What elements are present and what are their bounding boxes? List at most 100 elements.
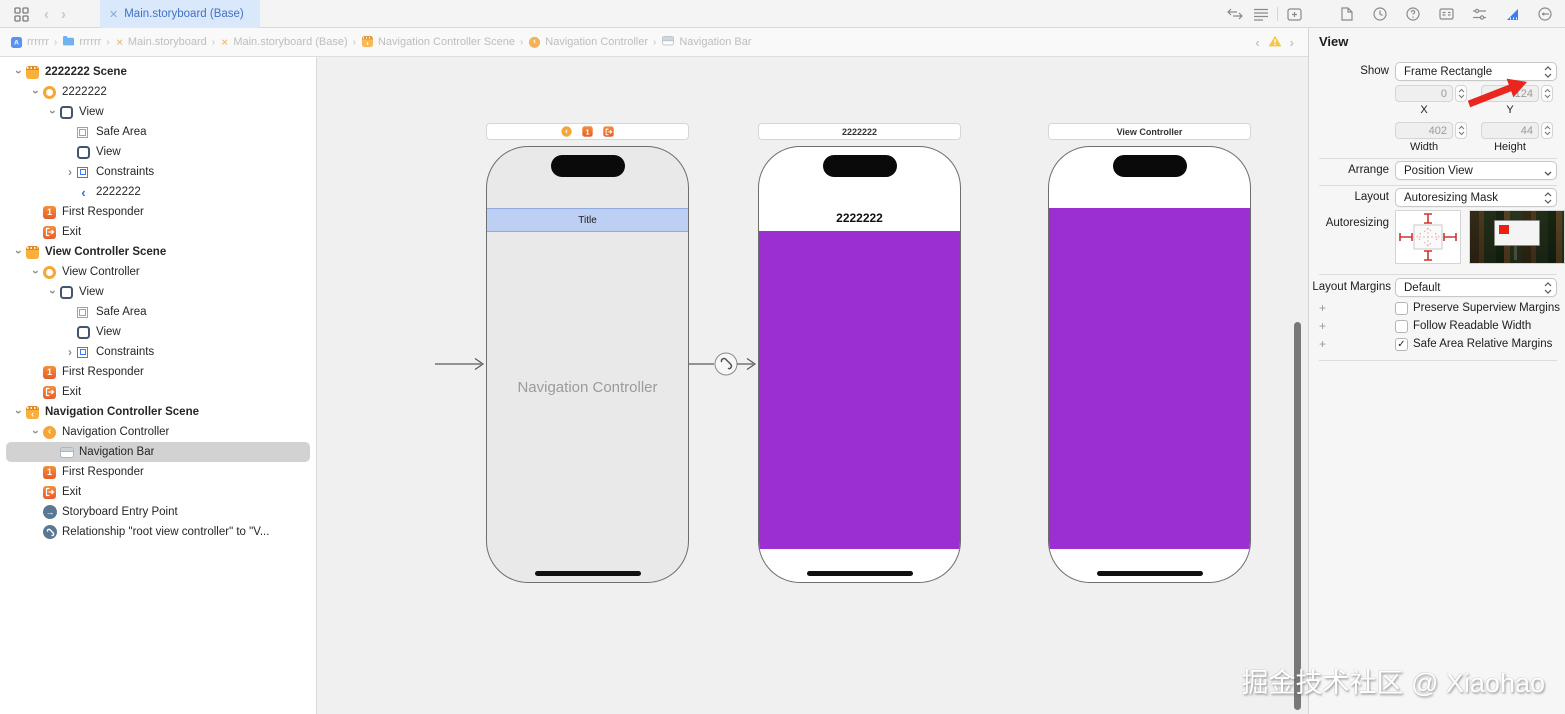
minimap-lines-icon[interactable] (1248, 0, 1274, 28)
height-stepper[interactable] (1541, 122, 1553, 139)
height-field[interactable]: 44 (1481, 122, 1539, 139)
add-variation-button[interactable]: + (1319, 337, 1326, 351)
outline-row[interactable]: ›View (6, 282, 310, 302)
outline-row[interactable]: Exit (6, 382, 310, 402)
view-controller-2222222-scene[interactable]: 2222222 (758, 146, 961, 583)
autoresizing-control[interactable] (1395, 210, 1461, 264)
outline-row[interactable]: ›View Controller Scene (6, 242, 310, 262)
disclosure-open-icon[interactable]: › (46, 285, 60, 299)
breadcrumb-item[interactable]: ✕Main.storyboard (115, 36, 207, 49)
tab-close-icon[interactable]: ✕ (109, 8, 118, 21)
width-stepper[interactable] (1455, 122, 1467, 139)
scene3-header[interactable]: View Controller (1048, 123, 1251, 140)
outline-row[interactable]: ›View Controller (6, 262, 310, 282)
breadcrumb-item[interactable]: ✕Main.storyboard (Base) (220, 36, 348, 49)
checkbox[interactable] (1395, 320, 1408, 333)
width-field[interactable]: 402 (1395, 122, 1453, 139)
outline-row[interactable]: ›2222222 (6, 82, 310, 102)
checkbox[interactable] (1395, 302, 1408, 315)
disclosure-open-icon[interactable]: › (12, 245, 26, 259)
relationship-segue-arrow[interactable] (689, 351, 761, 377)
next-issue-icon[interactable]: › (1290, 35, 1294, 50)
purple-view[interactable] (1049, 208, 1250, 549)
purple-view[interactable] (759, 231, 960, 549)
breadcrumb-item[interactable]: Arrrrrr (10, 36, 49, 49)
navigation-controller-scene[interactable]: Title Navigation Controller (486, 146, 689, 583)
outline-row[interactable]: View (6, 322, 310, 342)
outline-row[interactable]: ›View (6, 102, 310, 122)
help-inspector-icon[interactable] (1400, 0, 1426, 28)
outline-row[interactable]: View (6, 142, 310, 162)
exit-icon (43, 386, 60, 399)
size-inspector-panel: View Show Frame Rectangle 0 124 X Y 402 … (1308, 28, 1565, 714)
exit-icon[interactable] (603, 126, 613, 137)
navvc-icon: ‹ (43, 426, 60, 439)
outline-label: Navigation Controller (62, 426, 169, 438)
disclosure-closed-icon[interactable]: › (63, 165, 77, 179)
outline-row[interactable]: →Storyboard Entry Point (6, 502, 310, 522)
code-review-icon[interactable] (1222, 0, 1248, 28)
disclosure-closed-icon[interactable]: › (63, 345, 77, 359)
connections-inspector-icon[interactable] (1532, 0, 1558, 28)
outline-row[interactable]: Navigation Bar (6, 442, 310, 462)
outline-row[interactable]: ‹2222222 (6, 182, 310, 202)
layout-dropdown[interactable]: Autoresizing Mask (1395, 188, 1557, 207)
arrange-dropdown[interactable]: Position View (1395, 161, 1557, 180)
disclosure-open-icon[interactable]: › (12, 65, 26, 79)
disclosure-open-icon[interactable]: › (46, 105, 60, 119)
breadcrumb-item[interactable]: Navigation Bar (661, 35, 751, 49)
editor-tab[interactable]: ✕ Main.storyboard (Base) (100, 0, 260, 28)
scene2-header[interactable]: 2222222 (758, 123, 961, 140)
tab-overview-icon[interactable] (8, 0, 34, 28)
outline-row[interactable]: ›‹Navigation Controller Scene (6, 402, 310, 422)
size-inspector-icon[interactable] (1499, 0, 1525, 28)
outline-row[interactable]: Exit (6, 222, 310, 242)
outline-row[interactable]: 1First Responder (6, 462, 310, 482)
outline-row[interactable]: ›Constraints (6, 342, 310, 362)
inspector-title: View (1319, 34, 1348, 49)
prev-issue-icon[interactable]: ‹ (1255, 35, 1259, 50)
x-field[interactable]: 0 (1395, 85, 1453, 102)
checkbox-checked[interactable]: ✓ (1395, 338, 1408, 351)
outline-row[interactable]: 1First Responder (6, 362, 310, 382)
outline-row[interactable]: Safe Area (6, 302, 310, 322)
layout-margins-dropdown[interactable]: Default (1395, 278, 1557, 297)
attributes-inspector-icon[interactable] (1466, 0, 1492, 28)
disclosure-open-icon[interactable]: › (12, 405, 26, 419)
disclosure-open-icon[interactable]: › (29, 265, 43, 279)
navigation-bar-selected[interactable]: Title (487, 208, 688, 232)
disclosure-open-icon[interactable]: › (29, 425, 43, 439)
breadcrumb-item[interactable]: ‹Navigation Controller (528, 35, 648, 49)
history-inspector-icon[interactable] (1367, 0, 1393, 28)
outline-label: Safe Area (96, 126, 147, 138)
responder-icon: 1 (43, 366, 60, 379)
first-responder-icon[interactable]: 1 (582, 126, 592, 136)
warning-icon[interactable] (1268, 35, 1282, 50)
vertical-scrollbar[interactable] (1294, 322, 1301, 710)
outline-row[interactable]: Safe Area (6, 122, 310, 142)
view-controller-scene[interactable] (1048, 146, 1251, 583)
breadcrumb-item[interactable]: ‹Navigation Controller Scene (361, 35, 515, 49)
outline-row[interactable]: ›‹Navigation Controller (6, 422, 310, 442)
outline-row[interactable]: Relationship "root view controller" to "… (6, 522, 310, 542)
nav-back-icon[interactable]: ‹ (44, 6, 49, 23)
add-variation-button[interactable]: + (1319, 301, 1326, 315)
file-inspector-icon[interactable] (1334, 0, 1360, 28)
y-stepper[interactable] (1541, 85, 1553, 102)
outline-row[interactable]: ›2222222 Scene (6, 62, 310, 82)
breadcrumb: Arrrrrr›rrrrrr›✕Main.storyboard›✕Main.st… (10, 35, 1255, 49)
outline-row[interactable]: Exit (6, 482, 310, 502)
safearea-icon (77, 307, 94, 318)
disclosure-open-icon[interactable]: › (29, 85, 43, 99)
add-editor-icon[interactable] (1281, 0, 1307, 28)
view-icon (60, 286, 77, 299)
identity-inspector-icon[interactable] (1433, 0, 1459, 28)
nav-forward-icon[interactable]: › (61, 6, 66, 23)
navigation-controller-icon[interactable]: ‹ (561, 126, 571, 136)
add-variation-button[interactable]: + (1319, 319, 1326, 333)
storyboard-canvas[interactable]: ‹ 1 Title Navigation Controller 2222222 … (317, 57, 1308, 714)
scene1-header[interactable]: ‹ 1 (486, 123, 689, 140)
outline-row[interactable]: 1First Responder (6, 202, 310, 222)
breadcrumb-item[interactable]: rrrrrr (62, 35, 101, 49)
outline-row[interactable]: ›Constraints (6, 162, 310, 182)
